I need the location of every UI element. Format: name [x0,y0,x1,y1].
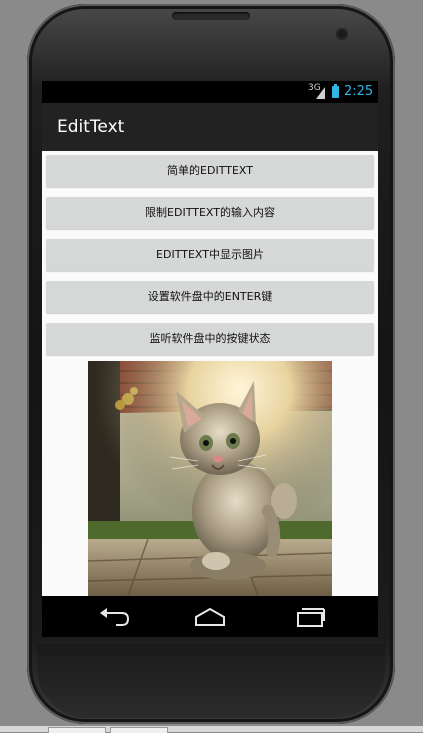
recent-apps-icon[interactable] [290,604,330,630]
listen-key-state-button[interactable]: 监听软件盘中的按键状态 [46,323,374,355]
kitten-photo [88,361,332,596]
signal-icon [316,87,325,99]
main-content: 简单的EDITTEXT 限制EDITTEXT的输入内容 EDITTEXT中显示图… [42,151,378,596]
battery-charging-icon [332,84,339,98]
restrict-input-button[interactable]: 限制EDITTEXT的输入内容 [46,197,374,229]
status-time: 2:25 [344,84,374,99]
taskbar-tab[interactable] [110,727,168,733]
show-image-button[interactable]: EDITTEXT中显示图片 [46,239,374,271]
navigation-bar [42,596,378,637]
back-icon[interactable] [94,604,134,630]
front-camera [336,28,348,40]
simple-edittext-button[interactable]: 简单的EDITTEXT [46,155,374,187]
device-chin [37,644,385,718]
host-taskbar [0,726,423,733]
action-bar: EditText [42,103,378,151]
kitten-photo-graphic [88,361,332,596]
taskbar-tab[interactable] [48,727,106,733]
status-bar: 3G 2:25 [42,81,378,103]
set-enter-key-button[interactable]: 设置软件盘中的ENTER键 [46,281,374,313]
device-screen: 3G 2:25 EditText 简单的EDITTEXT 限制EDITTEXT的… [42,81,378,637]
home-icon[interactable] [190,604,230,630]
speaker-grille [172,12,250,20]
app-title: EditText [57,117,125,137]
